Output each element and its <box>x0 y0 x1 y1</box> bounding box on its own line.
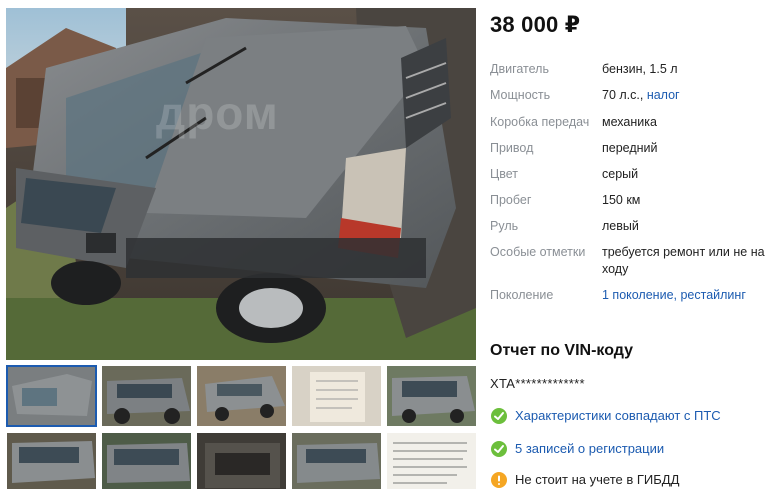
car-photo-image <box>6 8 476 360</box>
price: 38 000 ₽ <box>490 12 581 37</box>
spec-value: 150 км <box>602 192 770 209</box>
thumbnail-1[interactable] <box>6 365 97 427</box>
vin-check-row-pts[interactable]: Характеристики совпадают с ПТС <box>490 407 771 427</box>
spec-label: Особые отметки <box>490 245 586 259</box>
vin-check-text: Не стоит на учете в ГИБДД <box>515 472 680 487</box>
spec-value-text: требуется ремонт или не на ходу <box>602 245 765 276</box>
thumbnail-5[interactable] <box>386 365 477 427</box>
thumbnail-4[interactable] <box>291 365 382 427</box>
spec-label: Пробег <box>490 193 532 207</box>
spec-label: Двигатель <box>490 62 549 76</box>
listing-info-panel: 38 000 ₽ Двигатель бензин, 1.5 л Мощност… <box>490 0 771 489</box>
spec-value: требуется ремонт или не на ходу <box>602 244 770 278</box>
spec-value: левый <box>602 218 770 235</box>
spec-label: Мощность <box>490 88 551 102</box>
thumbnail-strip <box>6 365 477 489</box>
checkmark-icon <box>491 408 507 424</box>
spec-label: Руль <box>490 219 519 233</box>
photo-gallery: дром <box>6 8 477 489</box>
spec-value: 1 поколение, рестайлинг <box>602 287 770 304</box>
watermark-logo: дром <box>156 87 279 139</box>
vin-check-row-registration[interactable]: 5 записей о регистрации <box>490 440 771 460</box>
spec-label: Цвет <box>490 167 519 181</box>
spec-value-text: механика <box>602 115 657 129</box>
vin-report-title: Отчет по VIN-коду <box>490 342 634 359</box>
tax-link[interactable]: налог <box>647 88 680 102</box>
main-car-photo[interactable]: дром <box>6 8 476 360</box>
thumbnail-6[interactable] <box>6 432 97 489</box>
vin-code: XTA************* <box>490 376 585 391</box>
checkmark-icon <box>491 441 507 457</box>
spec-row-special-notes: Особые отметки требуется ремонт или не н… <box>490 244 771 280</box>
thumbnail-2[interactable] <box>101 365 192 427</box>
spec-label: Поколение <box>490 288 554 302</box>
thumbnail-8[interactable] <box>196 432 287 489</box>
exclamation-icon <box>491 472 507 488</box>
spec-value-text: 150 км <box>602 193 641 207</box>
thumbnail-3[interactable] <box>196 365 287 427</box>
vin-check-row-gibdd: Не стоит на учете в ГИБДД <box>490 471 771 489</box>
thumbnail-9[interactable] <box>291 432 382 489</box>
spec-value-text: передний <box>602 141 658 155</box>
spec-value-text: левый <box>602 219 639 233</box>
vin-check-link[interactable]: 5 записей о регистрации <box>515 441 664 456</box>
thumbnail-7[interactable] <box>101 432 192 489</box>
spec-label: Привод <box>490 141 534 155</box>
spec-value: механика <box>602 114 770 131</box>
vin-check-link[interactable]: Характеристики совпадают с ПТС <box>515 408 721 423</box>
spec-value: бензин, 1.5 л <box>602 61 770 78</box>
spec-value-text: серый <box>602 167 639 181</box>
spec-value: серый <box>602 166 770 183</box>
spec-value: передний <box>602 140 770 157</box>
spec-value-text: бензин, 1.5 л <box>602 62 678 76</box>
generation-link[interactable]: 1 поколение, рестайлинг <box>602 288 746 302</box>
spec-label: Коробка передач <box>490 115 590 129</box>
spec-value: 70 л.с., налог <box>602 87 770 104</box>
thumbnail-10[interactable] <box>386 432 477 489</box>
spec-value-text: 70 л.с., <box>602 88 647 102</box>
